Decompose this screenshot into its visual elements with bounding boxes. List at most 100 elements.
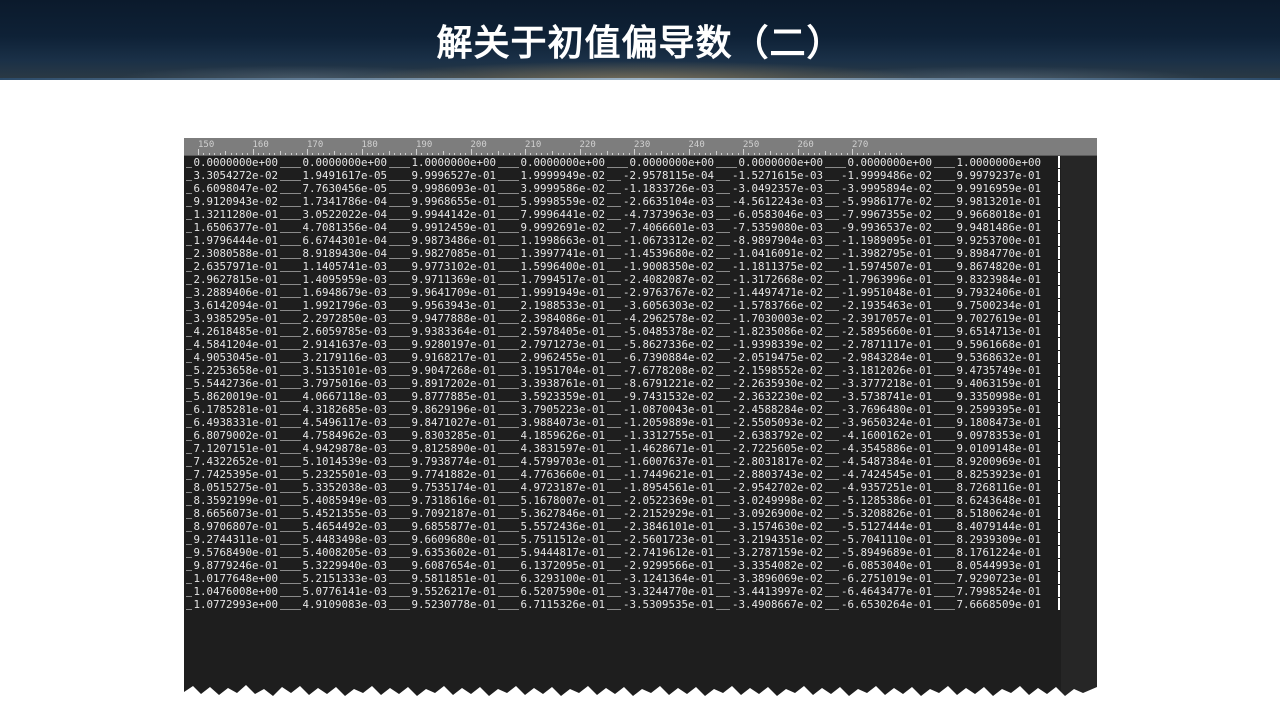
data-cell: 1.4095959e-03 — [302, 273, 387, 286]
ruler-mark — [650, 153, 652, 155]
ruler-mark — [666, 153, 668, 155]
ruler-mark — [432, 153, 434, 155]
data-cell: -1.8954561e-01 — [622, 481, 714, 494]
ruler-mark — [868, 153, 870, 155]
data-cell: -4.5487384e-01 — [840, 455, 932, 468]
data-cell: 9.6855877e-01 — [411, 520, 496, 533]
line-end-marker — [1058, 468, 1060, 480]
data-cell: 9.2744311e-01 — [193, 533, 278, 546]
ruler-mark — [710, 153, 712, 155]
data-cell: -3.0249998e-02 — [731, 494, 823, 507]
data-cell: -7.5359080e-03 — [731, 221, 823, 234]
ruler-mark — [846, 153, 848, 155]
ruler-mark — [203, 153, 205, 155]
ruler-tick-label: 250 — [743, 140, 760, 150]
data-cell: -2.8803743e-02 — [731, 468, 823, 481]
text-editor-panel[interactable]: 150 160 170 180 190 200 210 220 230 240 250 260 270 … — [184, 138, 1097, 698]
line-end-marker — [1058, 156, 1060, 168]
data-cell: -6.0583046e-03 — [731, 208, 823, 221]
ruler-mark — [743, 149, 744, 155]
data-cell: 9.8779246e-01 — [193, 559, 278, 572]
ruler-tick-label: 270 — [852, 140, 869, 150]
data-cell: 2.6059785e-03 — [302, 325, 387, 338]
data-cell: 0.0000000e+00 — [847, 156, 932, 169]
data-cell: -3.7696480e-01 — [840, 403, 932, 416]
data-cell: -2.5895660e-01 — [840, 325, 932, 338]
data-cell: -6.6530264e-01 — [840, 598, 932, 611]
data-cell: 9.9253700e-01 — [956, 234, 1041, 247]
ruler-mark — [557, 153, 559, 155]
data-cell: -9.9936537e-02 — [840, 221, 932, 234]
data-cell: 9.8125890e-01 — [411, 442, 496, 455]
data-cell: -1.7030003e-02 — [731, 312, 823, 325]
data-cell: -2.0519475e-02 — [731, 351, 823, 364]
ruler-mark — [862, 153, 864, 155]
data-cell: 9.0978353e-01 — [956, 429, 1041, 442]
data-cell: 4.3182685e-03 — [302, 403, 387, 416]
data-cell: 9.9916959e-01 — [956, 182, 1041, 195]
ruler-mark — [813, 153, 815, 155]
data-cell: 5.4654492e-03 — [302, 520, 387, 533]
ruler-mark — [873, 153, 875, 155]
ruler-mark — [552, 151, 554, 155]
data-lines[interactable]: 0.0000000e+00 0.0000000e+00 1.0000000e+00 0… — [184, 156, 1097, 611]
data-row: 9.9120943e-02 1.7341786e-04 9.9968655e-01 5… — [184, 195, 1097, 208]
data-cell: 9.6609680e-01 — [411, 533, 496, 546]
data-cell: 2.7971273e-01 — [520, 338, 605, 351]
data-cell: -5.1285386e-01 — [840, 494, 932, 507]
data-cell: 3.9884073e-01 — [520, 416, 605, 429]
ruler-mark — [257, 153, 259, 155]
data-cell: -1.7963996e-01 — [840, 273, 932, 286]
data-row: 9.2744311e-01 5.4483498e-03 9.6609680e-01 5… — [184, 533, 1097, 546]
ruler-mark — [361, 149, 363, 155]
data-cell: -1.9398339e-02 — [731, 338, 823, 351]
data-cell: -1.9951048e-01 — [840, 286, 932, 299]
ruler-mark — [465, 153, 467, 155]
data-row: 9.5768490e-01 5.4008205e-03 9.6353602e-01 5… — [184, 546, 1097, 559]
data-cell: -3.9995894e-02 — [840, 182, 932, 195]
ruler-mark — [824, 151, 826, 155]
data-cell: 5.1678007e-01 — [520, 494, 605, 507]
data-cell: -2.6635104e-03 — [622, 195, 714, 208]
ruler-mark — [677, 153, 679, 155]
data-row: 6.4938331e-01 4.5496117e-03 9.8471027e-01 3… — [184, 416, 1097, 429]
data-cell: 5.2151333e-03 — [302, 572, 387, 585]
line-end-marker — [1058, 559, 1060, 571]
data-cell: 8.8253923e-01 — [956, 468, 1041, 481]
ruler-mark — [421, 153, 423, 155]
data-cell: -3.5738741e-01 — [840, 390, 932, 403]
ruler-mark — [198, 149, 199, 155]
line-end-marker — [1058, 247, 1060, 259]
data-cell: 8.9706807e-01 — [193, 520, 278, 533]
ruler-mark — [541, 153, 543, 155]
data-cell: 9.9827085e-01 — [411, 247, 496, 260]
data-cell: -1.1833726e-03 — [622, 182, 714, 195]
data-row: 8.6656073e-01 5.4521355e-03 9.7092187e-01 5… — [184, 507, 1097, 520]
line-end-marker — [1058, 234, 1060, 246]
ruler-mark — [639, 153, 641, 155]
data-cell: 3.1951704e-01 — [520, 364, 605, 377]
ruler-mark — [366, 153, 368, 155]
data-cell: -2.5505093e-02 — [731, 416, 823, 429]
ruler-mark — [890, 153, 892, 155]
data-cell: 7.9290723e-01 — [956, 572, 1041, 585]
ruler-mark — [574, 153, 576, 155]
data-cell: -3.2194351e-02 — [731, 533, 823, 546]
data-cell: 8.0515275e-01 — [193, 481, 278, 494]
data-cell: 9.9986093e-01 — [411, 182, 496, 195]
ruler-mark — [383, 153, 385, 155]
line-end-marker — [1058, 481, 1060, 493]
data-row: 8.3592199e-01 5.4085949e-03 9.7318616e-01 5… — [184, 494, 1097, 507]
data-cell: -1.4539680e-02 — [622, 247, 714, 260]
data-cell: 1.9991949e-01 — [520, 286, 605, 299]
data-cell: 9.9992691e-02 — [520, 221, 605, 234]
ruler-mark — [247, 153, 249, 155]
data-cell: 3.0522022e-04 — [302, 208, 387, 221]
data-cell: 9.5526217e-01 — [411, 585, 496, 598]
data-cell: 8.6656073e-01 — [193, 507, 278, 520]
data-cell: 1.3211280e-01 — [193, 208, 278, 221]
data-cell: -3.3777218e-01 — [840, 377, 932, 390]
data-cell: -6.0853040e-01 — [840, 559, 932, 572]
data-cell: -1.0673312e-02 — [622, 234, 714, 247]
data-cell: 6.8079002e-01 — [193, 429, 278, 442]
